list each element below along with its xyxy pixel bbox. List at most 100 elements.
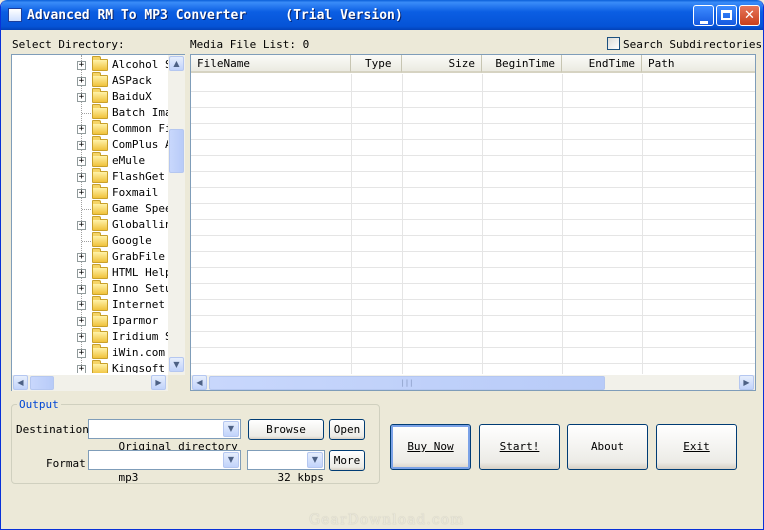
expand-icon[interactable]: + [77, 253, 86, 262]
more-button[interactable]: More [329, 450, 365, 471]
expand-icon[interactable]: + [77, 77, 86, 86]
tree-scroll-thumb[interactable] [169, 129, 184, 173]
tree-item[interactable]: Google [12, 232, 169, 249]
open-button[interactable]: Open [329, 419, 365, 440]
tree-item[interactable]: + iWin.com [12, 344, 169, 361]
expand-icon[interactable]: + [77, 93, 86, 102]
list-horizontal-scrollbar[interactable]: ◀ ||| ▶ [191, 375, 755, 390]
tree-item[interactable]: + Kingsoft [12, 360, 169, 373]
tree-item-label: iWin.com [112, 346, 165, 359]
column-begintime[interactable]: BeginTime [482, 55, 562, 73]
scroll-up-icon[interactable]: ▲ [169, 56, 184, 71]
folder-icon [92, 136, 108, 151]
exit-button[interactable]: Exit [656, 424, 737, 470]
column-size[interactable]: Size [402, 55, 482, 73]
chevron-down-icon[interactable]: ▼ [223, 452, 239, 468]
tree-item-label: Iridium S [112, 330, 169, 343]
chevron-down-icon[interactable]: ▼ [223, 421, 239, 437]
tree-item-label: Alcohol S [112, 58, 169, 71]
tree-item[interactable]: + eMule [12, 152, 169, 169]
maximize-button[interactable] [716, 5, 737, 26]
tree-horizontal-scrollbar[interactable]: ◀ ▶ [12, 375, 168, 391]
scroll-down-icon[interactable]: ▼ [169, 357, 184, 372]
directory-tree[interactable]: + Alcohol S + ASPack + BaiduX Batch Ima + Common… [11, 54, 185, 391]
buy-now-button[interactable]: Buy Now [390, 424, 471, 470]
grid-row-line [191, 315, 755, 316]
expand-icon[interactable]: + [77, 221, 86, 230]
column-path[interactable]: Path [642, 55, 755, 73]
grid-row-line [191, 203, 755, 204]
expand-icon[interactable]: + [77, 141, 86, 150]
tree-item[interactable]: + FlashGet [12, 168, 169, 185]
scroll-right-icon[interactable]: ▶ [151, 375, 166, 390]
tree-item-label: Globallin [112, 218, 169, 231]
grid-col-line [351, 74, 352, 374]
tree-item-label: Common Fi [112, 122, 169, 135]
start-button[interactable]: Start! [479, 424, 560, 470]
column-endtime[interactable]: EndTime [562, 55, 642, 73]
tree-item[interactable]: + Inno Setu [12, 280, 169, 297]
tree-item[interactable]: + ASPack [12, 72, 169, 89]
search-subdirectories-label[interactable]: Search Subdirectories [623, 38, 762, 51]
grid-row-line [191, 347, 755, 348]
grid-row-line [191, 267, 755, 268]
title-bar[interactable]: Advanced RM To MP3 Converter (Trial Vers… [1, 0, 763, 30]
grid-col-line [642, 74, 643, 374]
tree-item-label: Internet [112, 298, 165, 311]
expand-icon[interactable]: + [77, 269, 86, 278]
tree-hscroll-thumb[interactable] [30, 376, 54, 390]
tree-item-label: ASPack [112, 74, 152, 87]
list-scroll-right-icon[interactable]: ▶ [739, 375, 754, 390]
expand-icon[interactable]: + [77, 189, 86, 198]
tree-item[interactable]: + HTML Help [12, 264, 169, 281]
expand-icon[interactable]: + [77, 317, 86, 326]
expand-icon[interactable]: + [77, 349, 86, 358]
grid-row-line [191, 283, 755, 284]
about-button[interactable]: About [567, 424, 648, 470]
grid-row-line [191, 299, 755, 300]
browse-button[interactable]: Browse [248, 419, 324, 440]
scroll-left-icon[interactable]: ◀ [13, 375, 28, 390]
close-button[interactable]: ✕ [739, 5, 760, 26]
chevron-down-icon[interactable]: ▼ [307, 452, 323, 468]
expand-icon[interactable]: + [77, 61, 86, 70]
expand-icon[interactable]: + [77, 333, 86, 342]
list-hscroll-thumb[interactable]: ||| [209, 376, 605, 390]
tree-item[interactable]: + Iparmor [12, 312, 169, 329]
expand-icon[interactable]: + [77, 157, 86, 166]
tree-item[interactable]: + Common Fi [12, 120, 169, 137]
grid-row-line [191, 251, 755, 252]
column-filename[interactable]: FileName [191, 55, 351, 73]
expand-icon[interactable]: + [77, 125, 86, 134]
expand-icon[interactable]: + [77, 285, 86, 294]
tree-item[interactable]: + GrabFile [12, 248, 169, 265]
tree-item[interactable]: + Iridium S [12, 328, 169, 345]
format-select[interactable]: mp3 ▼ [88, 450, 241, 484]
minimize-button[interactable] [693, 5, 714, 26]
expand-icon[interactable]: + [77, 173, 86, 182]
tree-item[interactable]: + Foxmail [12, 184, 169, 201]
expand-icon[interactable]: + [77, 301, 86, 310]
folder-icon [92, 104, 108, 119]
tree-item[interactable]: + Internet [12, 296, 169, 313]
grid-row-line [191, 91, 755, 92]
column-type[interactable]: Type [351, 55, 402, 73]
tree-item[interactable]: + ComPlus A [12, 136, 169, 153]
close-icon: ✕ [744, 8, 755, 23]
tree-item[interactable]: + BaiduX [12, 88, 169, 105]
tree-item[interactable]: + Globallin [12, 216, 169, 233]
tree-item[interactable]: + Alcohol S [12, 56, 169, 73]
destination-select[interactable]: Original directory ▼ [88, 419, 241, 453]
tree-item-label: Iparmor [112, 314, 159, 327]
folder-icon [92, 88, 108, 103]
search-subdirectories-checkbox[interactable] [607, 37, 620, 50]
list-scroll-left-icon[interactable]: ◀ [192, 375, 207, 390]
tree-vertical-scrollbar[interactable]: ▲ ▼ [168, 55, 185, 375]
tree-item-label: BaiduX [112, 90, 152, 103]
media-file-list[interactable]: FileName Type Size BeginTime EndTime Pat… [190, 54, 756, 391]
expand-icon[interactable]: + [77, 365, 86, 373]
tree-item[interactable]: Game Spee [12, 200, 169, 217]
grid-col-line [562, 74, 563, 374]
bitrate-select[interactable]: 32 kbps ▼ [247, 450, 325, 484]
tree-item[interactable]: Batch Ima [12, 104, 169, 121]
